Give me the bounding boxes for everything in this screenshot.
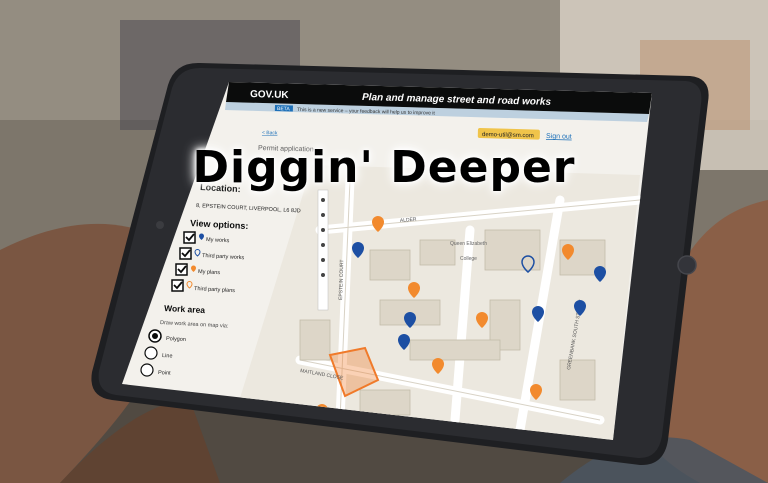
- sign-out-link[interactable]: Sign out: [546, 133, 572, 141]
- back-link[interactable]: < Back: [262, 130, 278, 136]
- radio-selected-dot: [152, 333, 158, 339]
- view-option-label: Third party works: [202, 253, 245, 261]
- photo-scene: GOV.UK Plan and manage street and road w…: [0, 0, 768, 483]
- zoom-out-icon[interactable]: [321, 213, 325, 217]
- gov-logo[interactable]: GOV.UK: [250, 89, 290, 101]
- work-area-option-label: Polygon: [166, 336, 186, 343]
- orange-pin-outline[interactable]: [504, 429, 518, 446]
- view-option-my-works[interactable]: My works: [183, 231, 230, 244]
- work-area-option-line[interactable]: Line: [144, 346, 173, 360]
- map-toolbar: [317, 189, 329, 311]
- orange-pin[interactable]: [316, 404, 328, 420]
- beta-tag-label: BETA: [277, 106, 291, 112]
- orange-pin-icon: [191, 265, 196, 272]
- view-option-label: My works: [206, 237, 230, 244]
- map-copyright: © Crown copyright and database rights 20…: [368, 427, 523, 447]
- view-option-third-party-works[interactable]: Third party works: [179, 247, 245, 261]
- work-area-option-label: Point: [158, 370, 171, 377]
- edit-tool-icon[interactable]: [321, 243, 325, 247]
- view-option-third-party-plans[interactable]: Third party plans: [171, 279, 235, 294]
- work-area-option-label: Line: [162, 353, 173, 360]
- work-area-hint: Draw work area on map via:: [160, 320, 229, 330]
- blue-pin-outline-icon: [194, 249, 201, 257]
- tablet-screen: GOV.UK Plan and manage street and road w…: [140, 82, 652, 447]
- orange-pin-outline-icon: [186, 281, 193, 289]
- radio-button[interactable]: [144, 346, 158, 360]
- zoom-in-icon[interactable]: [321, 198, 325, 202]
- work-area-heading: Work area: [164, 303, 206, 315]
- delete-tool-icon[interactable]: [321, 258, 325, 262]
- draw-tool-icon[interactable]: [321, 228, 325, 232]
- radio-button[interactable]: [140, 363, 154, 377]
- view-option-label: Third party plans: [194, 286, 235, 294]
- view-option-label: My plans: [198, 269, 221, 276]
- measure-tool-icon[interactable]: [321, 273, 325, 277]
- view-option-my-plans[interactable]: My plans: [175, 263, 221, 276]
- work-area-option-point[interactable]: Point: [140, 363, 171, 377]
- blue-pin-icon: [199, 233, 204, 240]
- view-options-heading: View options:: [190, 218, 249, 231]
- work-area-option-polygon[interactable]: Polygon: [148, 329, 186, 343]
- overlay-title: Diggin' Deeper: [192, 142, 576, 193]
- location-address: 8, EPSTEIN COURT, LIVERPOOL, L6 8JD: [196, 203, 301, 214]
- place-label-queen-elizabeth: Queen Elizabeth: [450, 241, 487, 247]
- place-label-college: College: [460, 256, 477, 262]
